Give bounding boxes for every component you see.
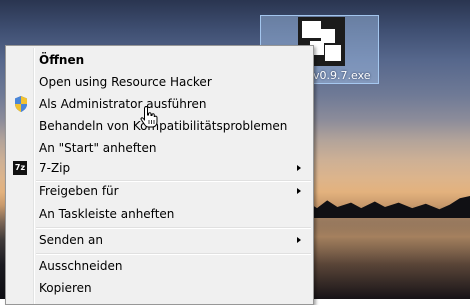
menu-item-compatibility-troubleshoot[interactable]: Behandeln von Kompatibilitätsproblemen: [8, 116, 311, 136]
menu-item-open[interactable]: Öffnen: [8, 50, 311, 70]
menu-item-open-resource-hacker[interactable]: Open using Resource Hacker: [8, 72, 311, 92]
hand-pointer-cursor-icon: [140, 106, 158, 128]
submenu-arrow-icon: [297, 188, 301, 194]
menu-item-label: Open using Resource Hacker: [39, 75, 212, 89]
menu-item-pin-to-start[interactable]: An "Start" anheften: [8, 138, 311, 158]
uac-shield-icon: [15, 96, 27, 112]
menu-item-pin-to-taskbar[interactable]: An Taskleiste anheften: [8, 204, 311, 224]
icon-square: [302, 21, 321, 38]
menu-separator: [36, 253, 311, 255]
lake-reflection: [300, 210, 470, 299]
menu-item-copy[interactable]: Kopieren: [8, 278, 311, 298]
submenu-arrow-icon: [297, 237, 301, 243]
treeline-silhouette: [300, 196, 470, 218]
menu-item-label: Ausschneiden: [39, 259, 123, 273]
submenu-arrow-icon: [297, 165, 301, 171]
menu-item-send-to[interactable]: Senden an: [8, 230, 311, 250]
context-menu: Öffnen Open using Resource Hacker Als Ad…: [5, 45, 314, 305]
menu-item-share-with[interactable]: Freigeben für: [8, 181, 311, 201]
menu-item-label: An "Start" anheften: [39, 141, 157, 155]
menu-item-label: Öffnen: [39, 53, 85, 67]
menu-item-label: Als Administrator ausführen: [39, 97, 207, 111]
menu-item-run-as-admin[interactable]: Als Administrator ausführen: [8, 94, 311, 114]
file-name-label: v0.9.7.exe: [313, 69, 371, 82]
menu-item-label: 7-Zip: [39, 161, 71, 175]
menu-item-7zip[interactable]: 7z 7-Zip: [8, 158, 311, 178]
7zip-icon: 7z: [13, 161, 27, 175]
menu-separator: [36, 227, 311, 229]
icon-square: [325, 45, 341, 61]
menu-item-label: Senden an: [39, 233, 103, 247]
menu-item-label: An Taskleiste anheften: [39, 207, 175, 221]
menu-item-label: Kopieren: [39, 281, 92, 295]
menu-item-cut[interactable]: Ausschneiden: [8, 256, 311, 276]
menu-item-label: Freigeben für: [39, 184, 119, 198]
menu-item-label: Behandeln von Kompatibilitätsproblemen: [39, 119, 288, 133]
